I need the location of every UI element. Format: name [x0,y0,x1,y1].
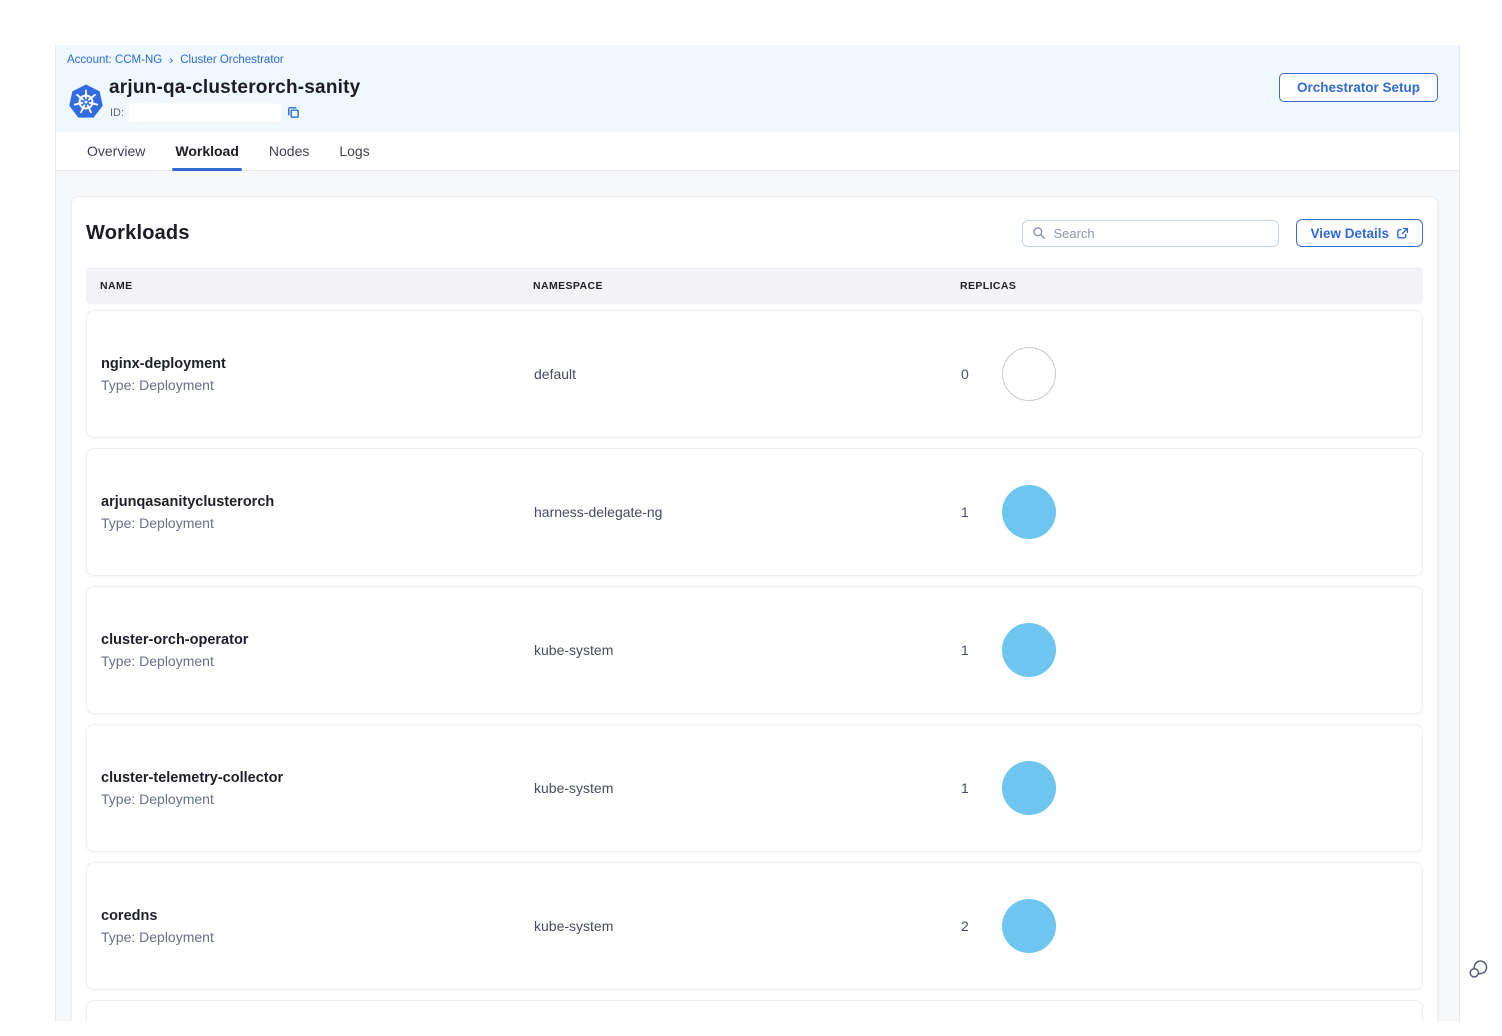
table-row-partial[interactable] [86,1000,1423,1021]
workload-name: nginx-deployment [101,356,534,372]
table-row-coredns[interactable]: coredns Type: Deployment kube-system 2 [86,862,1423,990]
workloads-panel-header: Workloads View Details [72,197,1437,247]
table-header: NAME NAMESPACE REPLICAS [86,267,1423,304]
column-header-namespace: NAMESPACE [533,280,960,292]
workloads-actions: View Details [1022,219,1423,247]
workload-type: Type: Deployment [101,791,534,807]
workload-replicas-cell: 1 [961,761,1422,815]
table-row-nginx-deployment[interactable]: nginx-deployment Type: Deployment defaul… [86,310,1423,438]
app-root: Account: CCM-NG › Cluster Orchestrator [0,0,1502,1036]
workload-replicas-cell: 2 [961,899,1422,953]
tab-overview[interactable]: Overview [84,132,148,170]
orchestrator-setup-button[interactable]: Orchestrator Setup [1279,73,1438,102]
column-header-name: NAME [100,280,533,292]
replica-status-circle [1002,899,1056,953]
table-row-cluster-orch-operator[interactable]: cluster-orch-operator Type: Deployment k… [86,586,1423,714]
workload-name: arjunqasanityclusterorch [101,494,534,510]
chevron-right-icon: › [169,54,173,66]
replica-count: 0 [961,366,971,382]
breadcrumb-account-link[interactable]: Account: CCM-NG [67,54,162,66]
replica-count: 1 [961,504,971,520]
workload-name: cluster-orch-operator [101,632,534,648]
tab-logs[interactable]: Logs [336,132,372,170]
workload-replicas-cell: 1 [961,623,1422,677]
replica-status-circle [1002,623,1056,677]
replica-status-circle [1002,347,1056,401]
replica-count: 2 [961,918,971,934]
search-box [1022,220,1279,247]
external-link-icon [1396,227,1409,240]
workload-type: Type: Deployment [101,929,534,945]
copy-icon[interactable] [286,105,301,120]
search-icon [1032,226,1046,240]
workload-rows: nginx-deployment Type: Deployment defaul… [86,310,1423,1021]
content-area: Workloads View Details [56,171,1459,1021]
table-row-arjunqasanityclusterorch[interactable]: arjunqasanityclusterorch Type: Deploymen… [86,448,1423,576]
workloads-panel: Workloads View Details [71,196,1438,1021]
chat-icon[interactable] [1466,957,1491,982]
tab-workload[interactable]: Workload [172,132,242,170]
workload-name-cell: arjunqasanityclusterorch Type: Deploymen… [101,494,534,531]
breadcrumb: Account: CCM-NG › Cluster Orchestrator [67,54,284,66]
workload-type: Type: Deployment [101,653,534,669]
workload-name-cell: coredns Type: Deployment [101,908,534,945]
workload-name-cell: cluster-orch-operator Type: Deployment [101,632,534,669]
cluster-orchestrator-page: Account: CCM-NG › Cluster Orchestrator [55,45,1460,1022]
workload-replicas-cell: 1 [961,485,1422,539]
replica-status-circle [1002,485,1056,539]
workload-replicas-cell: 0 [961,347,1422,401]
view-details-button[interactable]: View Details [1296,219,1423,247]
cluster-id-redacted [129,103,281,122]
table-row-cluster-telemetry-collector[interactable]: cluster-telemetry-collector Type: Deploy… [86,724,1423,852]
workload-namespace: kube-system [534,780,961,796]
workloads-title: Workloads [86,222,190,245]
tab-bar: Overview Workload Nodes Logs [56,132,1459,171]
tab-nodes[interactable]: Nodes [266,132,312,170]
replica-count: 1 [961,780,971,796]
workload-name: cluster-telemetry-collector [101,770,534,786]
page-title: arjun-qa-clusterorch-sanity [109,77,360,99]
replica-count: 1 [961,642,971,658]
workload-namespace: kube-system [534,642,961,658]
breadcrumb-cluster-orchestrator-link[interactable]: Cluster Orchestrator [180,54,284,66]
column-header-replicas: REPLICAS [960,280,1423,292]
search-input[interactable] [1053,226,1269,241]
workload-namespace: harness-delegate-ng [534,504,961,520]
replica-status-circle [1002,761,1056,815]
page-header: Account: CCM-NG › Cluster Orchestrator [56,45,1459,132]
cluster-id-row: ID: [110,103,301,122]
workload-type: Type: Deployment [101,515,534,531]
id-label: ID: [110,107,124,119]
workload-name-cell: nginx-deployment Type: Deployment [101,356,534,393]
workload-name: coredns [101,908,534,924]
view-details-label: View Details [1310,226,1389,241]
workload-name-cell: cluster-telemetry-collector Type: Deploy… [101,770,534,807]
workload-namespace: default [534,366,961,382]
workload-type: Type: Deployment [101,377,534,393]
kubernetes-icon [67,83,105,121]
workload-namespace: kube-system [534,918,961,934]
